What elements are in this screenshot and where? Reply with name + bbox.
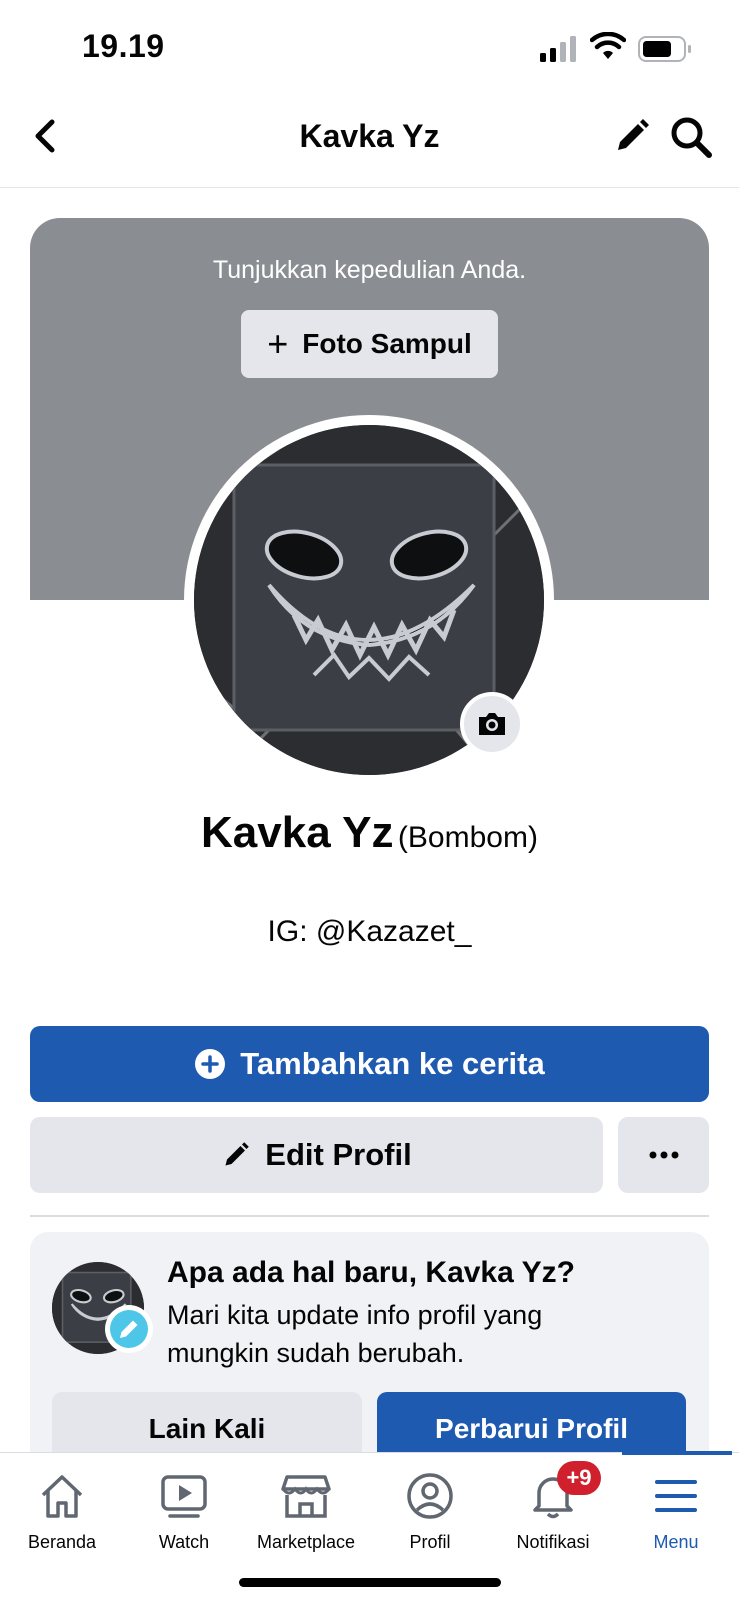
pencil-badge-icon xyxy=(110,1310,148,1348)
tab-label: Notifikasi xyxy=(516,1532,590,1552)
tab-watch[interactable]: Watch xyxy=(122,1470,246,1560)
camera-icon xyxy=(479,713,505,735)
add-to-story-label: Tambahkan ke cerita xyxy=(240,1046,545,1081)
section-divider xyxy=(30,1215,709,1217)
add-to-story-button[interactable]: Tambahkan ke cerita xyxy=(30,1026,709,1102)
battery-icon xyxy=(638,36,691,62)
update-card-title: Apa ada hal baru, Kavka Yz? xyxy=(167,1256,575,1289)
profile-icon xyxy=(404,1470,456,1522)
edit-badge-icon xyxy=(105,1305,153,1353)
notification-count-badge: +9 xyxy=(557,1461,601,1495)
tab-label: Watch xyxy=(158,1532,210,1552)
edit-pencil-icon[interactable] xyxy=(612,116,652,156)
hamburger-menu-icon xyxy=(650,1470,702,1522)
tab-label: Profil xyxy=(409,1532,451,1552)
change-profile-photo-button[interactable] xyxy=(460,692,524,756)
plus-circle-icon xyxy=(195,1049,226,1079)
nav-divider xyxy=(0,187,739,188)
plus-icon: + xyxy=(267,323,289,364)
add-cover-photo-label: Foto Sampul xyxy=(302,328,472,359)
search-icon[interactable] xyxy=(668,114,714,160)
home-icon xyxy=(36,1470,88,1522)
watch-icon xyxy=(158,1470,210,1522)
edit-profile-label: Edit Profil xyxy=(265,1137,412,1172)
profile-bio: IG: @Kazazet_ xyxy=(267,915,472,948)
more-options-button[interactable] xyxy=(618,1117,709,1193)
update-card-body: Mari kita update info profil yang mungki… xyxy=(167,1300,543,1368)
profile-name: Kavka Yz (Bombom) xyxy=(0,808,739,858)
cellular-signal-icon xyxy=(540,36,576,62)
profile-alternate-name: (Bombom) xyxy=(397,821,538,854)
pencil-icon xyxy=(225,1142,250,1166)
tab-beranda[interactable]: Beranda xyxy=(0,1470,124,1560)
tab-marketplace[interactable]: Marketplace xyxy=(244,1470,368,1560)
tab-label: Menu xyxy=(653,1532,699,1552)
status-time: 19.19 xyxy=(82,28,165,64)
wifi-icon xyxy=(590,32,626,59)
active-tab-indicator xyxy=(622,1451,732,1455)
tab-label: Marketplace xyxy=(256,1532,356,1552)
more-dots-icon xyxy=(649,1151,678,1159)
tab-profil[interactable]: Profil xyxy=(368,1470,492,1560)
cover-prompt: Tunjukkan kepedulian Anda. xyxy=(212,256,527,284)
profile-name-main: Kavka Yz xyxy=(201,808,394,857)
tab-menu[interactable]: Menu xyxy=(614,1470,738,1560)
tab-label: Beranda xyxy=(27,1532,97,1552)
marketplace-icon xyxy=(280,1470,332,1522)
home-indicator[interactable] xyxy=(239,1578,501,1587)
edit-profile-button[interactable]: Edit Profil xyxy=(30,1117,603,1193)
add-cover-photo-button[interactable]: + Foto Sampul xyxy=(241,310,498,378)
